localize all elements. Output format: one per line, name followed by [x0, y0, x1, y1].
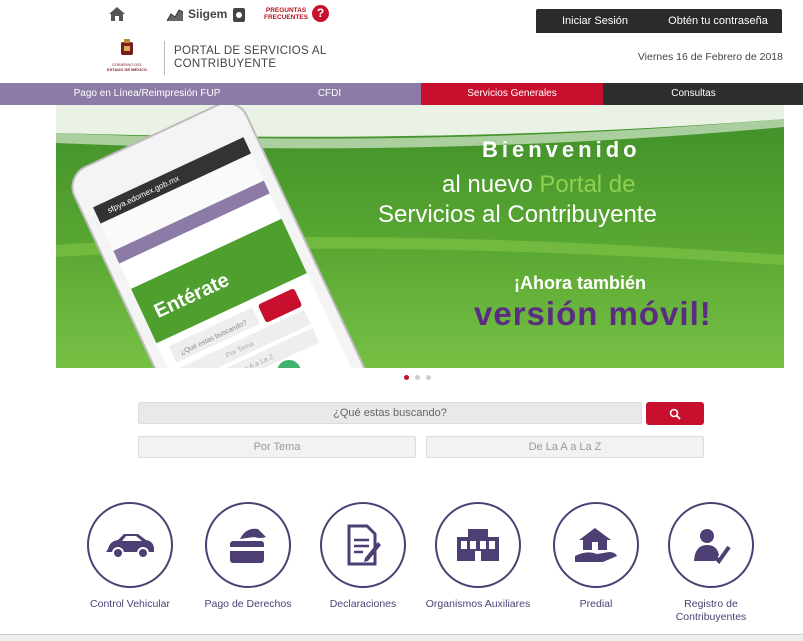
header-divider: [164, 41, 165, 75]
service-control-vehicular[interactable]: Control Vehicular: [70, 502, 190, 611]
carousel-dot[interactable]: [415, 375, 420, 380]
car-icon: [87, 502, 173, 588]
service-organismos-auxiliares[interactable]: Organismos Auxiliares: [418, 502, 538, 611]
faq-label: PREGUNTAS FRECUENTES: [264, 6, 309, 21]
document-edit-icon: [320, 502, 406, 588]
service-label: Predial: [579, 598, 613, 610]
nav-cfdi[interactable]: CFDI: [238, 83, 421, 105]
house-hand-icon: [553, 502, 639, 588]
service-pago-de-derechos[interactable]: Pago de Derechos: [188, 502, 308, 611]
current-date: Viernes 16 de Febrero de 2018: [637, 51, 783, 63]
banner-line3: Servicios al Contribuyente: [378, 201, 657, 228]
crest-icon: [121, 39, 133, 55]
nav-filler-left: [0, 83, 56, 105]
portal-title: PORTAL DE SERVICIOS AL CONTRIBUYENTE: [174, 45, 327, 70]
government-logo[interactable]: GOBIERNO DEL ESTADO DE MÉXICO: [97, 39, 157, 72]
account-bar: Iniciar Sesión Obtén tu contraseña: [536, 9, 782, 33]
payment-card-icon: [205, 502, 291, 588]
service-label: Registro de Contribuyentes: [675, 598, 747, 623]
nav-filler-right: [784, 83, 803, 105]
login-link[interactable]: Iniciar Sesión: [536, 15, 654, 27]
carousel-dot[interactable]: [404, 375, 409, 380]
get-password-link[interactable]: Obtén tu contraseña: [654, 15, 782, 27]
question-icon: ?: [312, 5, 330, 22]
banner-welcome: Bienvenido: [482, 137, 641, 162]
nav-servicios-generales[interactable]: Servicios Generales: [421, 83, 603, 105]
phone-mockup: Entérate ¿Qué estas buscando? Por Tema D…: [71, 105, 375, 368]
home-icon[interactable]: [108, 5, 126, 28]
carousel-dots: [404, 375, 431, 380]
service-label: Pago de Derechos: [204, 598, 292, 610]
camera-icon[interactable]: [232, 6, 246, 29]
service-label: Control Vehicular: [90, 598, 170, 610]
banner-mobile: versión móvil!: [474, 295, 712, 332]
banner-also: ¡Ahora también: [514, 273, 647, 293]
banner-line2: al nuevo Portal de: [442, 171, 636, 198]
service-registro-de-contribuyentes[interactable]: Registro de Contribuyentes: [651, 502, 771, 624]
a-to-z-select[interactable]: De La A a La Z: [426, 436, 704, 458]
service-predial[interactable]: Predial: [536, 502, 656, 611]
service-label: Declaraciones: [329, 598, 397, 610]
service-label: Organismos Auxiliares: [425, 598, 531, 610]
faq-link[interactable]: PREGUNTAS FRECUENTES ?: [264, 5, 330, 22]
user-check-icon: [668, 502, 754, 588]
building-icon: [435, 502, 521, 588]
site-header: GOBIERNO DEL ESTADO DE MÉXICO PORTAL DE S…: [0, 33, 803, 83]
chart-icon: [166, 9, 184, 22]
topic-select[interactable]: Por Tema: [138, 436, 416, 458]
top-utility-bar: Siigem PREGUNTAS FRECUENTES ? Iniciar Ses…: [0, 0, 803, 34]
siigem-link[interactable]: Siigem: [166, 6, 227, 22]
nav-consultas[interactable]: Consultas: [603, 83, 784, 105]
search-icon: [669, 408, 681, 420]
search-button[interactable]: [646, 402, 704, 425]
search-input[interactable]: ¿Qué estas buscando?: [138, 402, 642, 424]
hero-banner[interactable]: Entérate ¿Qué estas buscando? Por Tema D…: [56, 105, 784, 368]
nav-pago-en-linea[interactable]: Pago en Línea/Reimpresión FUP: [56, 83, 238, 105]
siigem-label: Siigem: [188, 7, 228, 21]
service-declaraciones[interactable]: Declaraciones: [303, 502, 423, 611]
main-nav: Pago en Línea/Reimpresión FUP CFDI Servi…: [56, 83, 784, 105]
carousel-dot[interactable]: [426, 375, 431, 380]
logo-caption: GOBIERNO DEL ESTADO DE MÉXICO: [107, 62, 147, 72]
